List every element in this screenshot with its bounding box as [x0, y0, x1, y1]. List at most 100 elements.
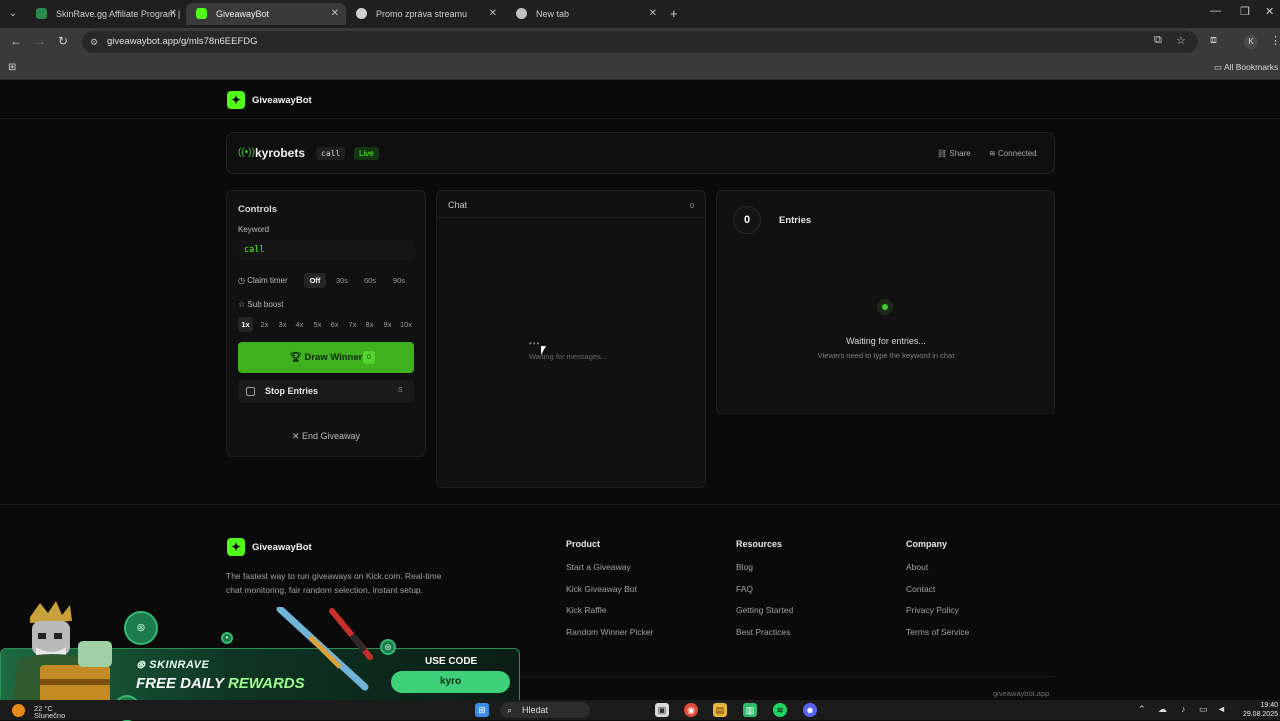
install-app-icon[interactable]: ⧉ — [1154, 34, 1162, 47]
tab-new[interactable]: New tab ✕ — [506, 3, 664, 25]
chrome-icon[interactable]: ◉ — [684, 703, 698, 717]
sub-boost-1x[interactable]: 1x — [238, 317, 253, 332]
onedrive-icon[interactable]: ☁ — [1158, 704, 1167, 715]
claim-timer-label: Claim timer — [247, 276, 288, 285]
claim-timer-off[interactable]: Off — [304, 273, 326, 288]
profile-avatar[interactable]: K — [1244, 35, 1258, 49]
keyword-label: Keyword — [238, 225, 270, 234]
star-icon: ☆ — [238, 300, 246, 309]
taskbar-search[interactable]: ⌕ Hledat — [500, 702, 590, 718]
footer-link-contact[interactable]: Contact — [906, 584, 935, 594]
kebab-menu-icon[interactable]: ⋮ — [1270, 34, 1280, 47]
footer-link-blog[interactable]: Blog — [736, 562, 753, 572]
stop-shortcut-hint: S — [398, 387, 403, 394]
minimize-icon[interactable]: — — [1210, 5, 1221, 17]
footer-link-best-practices[interactable]: Best Practices — [736, 627, 790, 637]
channel-name: kyrobets — [255, 146, 306, 160]
extensions-icon[interactable]: ⧈ — [1210, 34, 1217, 47]
volume-icon[interactable]: ◄ — [1217, 704, 1226, 714]
bookmark-star-icon[interactable]: ☆ — [1176, 34, 1186, 47]
network-icon[interactable]: ▭ — [1199, 704, 1208, 715]
tab-giveawaybot[interactable]: GiveawayBot ✕ — [186, 3, 346, 25]
bookmarks-bar: ⊞ ▭ All Bookmarks — [0, 56, 1280, 80]
windows-start-icon[interactable]: ⊞ — [475, 703, 489, 717]
tab-search-chevron-icon[interactable]: ⌄ — [5, 6, 21, 22]
claim-timer-60s[interactable]: 60s — [359, 273, 381, 288]
stop-entries-button[interactable]: Stop Entries S — [238, 380, 414, 403]
footer-link-getting-started[interactable]: Getting Started — [736, 605, 793, 615]
promo-brand: ⊛ SKINRAVE — [136, 658, 209, 671]
skinrave-favicon-icon — [36, 8, 47, 19]
sub-boost-5x[interactable]: 5x — [310, 317, 325, 332]
sub-boost-9x[interactable]: 9x — [380, 317, 395, 332]
clock-icon: ◷ — [238, 276, 245, 285]
address-bar-row: ← → ↻ ⚙ giveawaybot.app/g/mls78n6EEFDG — [0, 28, 1280, 56]
weather-widget[interactable]: 22 °C Slunečno — [34, 705, 65, 720]
restore-icon[interactable]: ❐ — [1240, 5, 1250, 18]
footer-link-about[interactable]: About — [906, 562, 928, 572]
share-button[interactable]: ⛓ Share — [937, 149, 971, 158]
taskbar-clock[interactable]: 19:40 29.08.2025 — [1238, 701, 1278, 719]
sun-weather-icon[interactable] — [12, 704, 25, 717]
draw-winner-button[interactable]: 🏆︎ Draw Winner 0 — [238, 342, 414, 373]
all-bookmarks-button[interactable]: ▭ All Bookmarks — [1214, 62, 1278, 73]
tray-overflow-icon[interactable]: ⌃ — [1138, 704, 1146, 715]
broadcast-icon: ((•)) — [238, 147, 255, 158]
footer-link-start-giveaway[interactable]: Start a Giveaway — [566, 562, 631, 572]
discord-icon[interactable]: ☻ — [803, 703, 817, 717]
apps-grid-icon[interactable]: ⊞ — [8, 62, 16, 73]
end-giveaway-button[interactable]: ✕ End Giveaway — [238, 426, 414, 446]
keyword-input[interactable]: call — [238, 240, 414, 260]
sub-boost-4x[interactable]: 4x — [292, 317, 307, 332]
promo-code-button[interactable]: kyro — [391, 671, 510, 693]
close-icon[interactable]: ✕ — [489, 3, 497, 25]
tab-promo[interactable]: Promo zpráva streamu ✕ — [346, 3, 504, 25]
forward-icon[interactable]: → — [34, 34, 46, 48]
new-tab-button[interactable]: + — [670, 6, 678, 21]
sub-boost-2x[interactable]: 2x — [257, 317, 272, 332]
close-icon[interactable]: ✕ — [649, 3, 657, 25]
promo-headline: FREE DAILY REWARDS — [136, 675, 305, 692]
footer-heading-product: Product — [566, 539, 601, 549]
sub-boost-3x[interactable]: 3x — [275, 317, 290, 332]
chat-panel: Chat 0 ••• Waiting for messages... — [436, 190, 706, 488]
tab-title: SkinRave.gg Affiliate Program | — [56, 9, 181, 19]
header-brand[interactable]: GiveawayBot — [252, 95, 312, 106]
sub-boost-10x[interactable]: 10x — [397, 317, 415, 332]
claim-timer-90s[interactable]: 90s — [388, 273, 410, 288]
footer-link-terms[interactable]: Terms of Service — [906, 627, 969, 637]
claim-timer-30s[interactable]: 30s — [331, 273, 353, 288]
sub-boost-7x[interactable]: 7x — [345, 317, 360, 332]
footer-link-faq[interactable]: FAQ — [736, 584, 753, 594]
file-explorer-icon[interactable]: ▤ — [713, 703, 727, 717]
tab-skinrave[interactable]: SkinRave.gg Affiliate Program | ✕ — [26, 3, 184, 25]
footer-link-kick-raffle[interactable]: Kick Raffle — [566, 605, 606, 615]
stop-square-icon — [246, 387, 255, 396]
giveawaybot-logo-icon[interactable]: ✦ — [227, 91, 245, 109]
url-field[interactable]: ⚙ giveawaybot.app/g/mls78n6EEFDG — [82, 31, 1198, 53]
window-close-icon[interactable]: ✕ — [1265, 5, 1274, 18]
task-view-icon[interactable]: ▣ — [655, 703, 669, 717]
close-icon[interactable]: ✕ — [169, 3, 177, 25]
microphone-icon[interactable]: ♪ — [1181, 704, 1186, 714]
footer-logo-icon[interactable]: ✦ — [227, 538, 245, 556]
reload-icon[interactable]: ↻ — [58, 34, 68, 48]
sub-boost-label: Sub boost — [247, 300, 284, 309]
sub-boost-6x[interactable]: 6x — [327, 317, 342, 332]
site-info-icon[interactable]: ⚙ — [90, 31, 98, 53]
footer-brand[interactable]: GiveawayBot — [252, 542, 312, 553]
footer-link-kick-giveaway-bot[interactable]: Kick Giveaway Bot — [566, 584, 637, 594]
footer-link-random-winner-picker[interactable]: Random Winner Picker — [566, 627, 653, 637]
search-icon: ⌕ — [507, 705, 513, 715]
claim-timer-label-row: ◷ Claim timer — [238, 276, 288, 285]
connection-status: ≋ Connected — [989, 149, 1037, 158]
back-icon[interactable]: ← — [10, 34, 22, 48]
close-icon[interactable]: ✕ — [331, 3, 339, 25]
entry-count-badge: 0 — [363, 351, 375, 364]
app-icon[interactable]: ▥ — [743, 703, 757, 717]
end-giveaway-label: End Giveaway — [302, 431, 361, 441]
footer-link-privacy-policy[interactable]: Privacy Policy — [906, 605, 959, 615]
spotify-icon[interactable]: ≋ — [773, 703, 787, 717]
sub-boost-label-row: ☆ Sub boost — [238, 300, 283, 309]
sub-boost-8x[interactable]: 8x — [362, 317, 377, 332]
